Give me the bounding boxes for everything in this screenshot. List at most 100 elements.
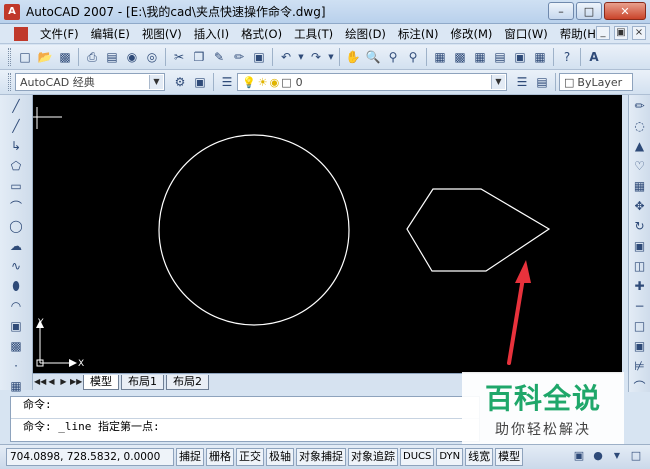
fillet-icon[interactable]: ⌒ [632,378,648,394]
workspace-select[interactable]: AutoCAD 经典 ▼ [15,73,165,91]
clean-screen-icon[interactable]: □ [628,447,644,463]
pan-icon[interactable]: ✋ [344,48,362,66]
maximize-button[interactable]: □ [576,2,602,20]
drawing-area[interactable]: Y X [33,95,622,373]
menu-tools[interactable]: 工具(T) [288,26,339,42]
doc-restore-button[interactable]: ▣ [614,26,628,40]
rotate-icon[interactable]: ↻ [632,218,648,234]
open-file-icon[interactable]: 📂 [36,48,54,66]
polygon-icon[interactable]: ⬠ [8,158,24,174]
workspace-settings-icon[interactable]: ⚙ [171,73,189,91]
hatch-icon[interactable]: ▦ [8,378,24,394]
undo-icon[interactable]: ↶ [277,48,295,66]
drawing-canvas[interactable]: Y X [33,95,622,373]
break-icon[interactable]: □ [632,318,648,334]
cut-icon[interactable]: ✂ [170,48,188,66]
help-icon[interactable]: ? [558,48,576,66]
match-properties-icon[interactable]: ✏ [230,48,248,66]
color-select[interactable]: □ ByLayer [559,73,633,91]
previous-tab-icon[interactable]: ◀ [46,376,57,388]
menu-file[interactable]: 文件(F) [34,26,85,42]
rectangle-icon[interactable]: ▭ [8,178,24,194]
sheet-set-icon[interactable]: ▤ [491,48,509,66]
osnap-toggle[interactable]: 对象捕捉 [296,448,346,466]
zoom-previous-icon[interactable]: ⚲ [404,48,422,66]
tab-model[interactable]: 模型 [83,374,119,390]
model-toggle[interactable]: 模型 [495,448,524,466]
dyn-toggle[interactable]: DYN [436,448,464,466]
plot-preview-icon[interactable]: ▤ [103,48,121,66]
close-button[interactable]: ✕ [604,2,646,20]
chevron-down-icon[interactable]: ▼ [149,75,163,89]
tab-layout2[interactable]: 布局2 [166,374,209,390]
document-icon[interactable] [14,26,28,41]
redo-dropdown-icon[interactable]: ▼ [327,48,335,66]
markup-icon[interactable]: ▣ [511,48,529,66]
zoom-window-icon[interactable]: ⚲ [384,48,402,66]
etransmit-icon[interactable]: ◎ [143,48,161,66]
insert-block-icon[interactable]: ▣ [8,318,24,334]
properties-icon[interactable]: ▦ [431,48,449,66]
point-icon[interactable]: ⋅ [8,358,24,374]
copy-object-icon[interactable]: ◌ [632,118,648,134]
erase-icon[interactable]: ✏ [632,98,648,114]
chamfer-icon[interactable]: ⊭ [632,358,648,374]
block-editor-icon[interactable]: ▣ [250,48,268,66]
make-block-icon[interactable]: ▩ [8,338,24,354]
command-window[interactable]: 命令: 命令: _line 指定第一点: [10,396,480,442]
join-icon[interactable]: ▣ [632,338,648,354]
menu-view[interactable]: 视图(V) [136,26,188,42]
move-icon[interactable]: ✥ [632,198,648,214]
ellipse-arc-icon[interactable]: ◠ [8,298,24,314]
otrack-toggle[interactable]: 对象追踪 [348,448,398,466]
menu-insert[interactable]: 插入(I) [188,26,235,42]
new-file-icon[interactable]: □ [16,48,34,66]
circle-icon[interactable]: ◯ [8,218,24,234]
text-style-icon[interactable]: A [585,48,603,66]
first-tab-icon[interactable]: ◀◀ [34,376,46,388]
lineweight-toggle[interactable]: 线宽 [465,448,494,466]
ellipse-icon[interactable]: ⬮ [8,278,24,294]
line-icon[interactable]: ╱ [8,98,24,114]
toolbar-grip[interactable] [8,73,11,91]
next-tab-icon[interactable]: ▶ [58,376,69,388]
tool-palettes-icon[interactable]: ▦ [471,48,489,66]
calculator-icon[interactable]: ▦ [531,48,549,66]
publish-icon[interactable]: ◉ [123,48,141,66]
coordinate-readout[interactable]: 704.0898, 728.5832, 0.0000 [6,448,174,466]
polar-toggle[interactable]: 极轴 [266,448,294,466]
redo-icon[interactable]: ↷ [307,48,325,66]
menu-draw[interactable]: 绘图(D) [339,26,392,42]
minimize-button[interactable]: – [548,2,574,20]
layer-select[interactable]: 💡 ☀ ◉ □ 0 ▼ [237,73,507,91]
snap-toggle[interactable]: 捕捉 [176,448,204,466]
revision-cloud-icon[interactable]: ☁ [8,238,24,254]
command-prompt-line[interactable]: 命令: _line 指定第一点: [11,418,479,433]
grid-toggle[interactable]: 栅格 [206,448,234,466]
layer-manager-icon[interactable]: ☰ [218,73,236,91]
toolbar-grip[interactable] [8,48,11,66]
tab-layout1[interactable]: 布局1 [121,374,164,390]
print-icon[interactable]: ⎙ [83,48,101,66]
doc-minimize-button[interactable]: _ [596,26,610,40]
spline-icon[interactable]: ∿ [8,258,24,274]
save-icon[interactable]: ▩ [56,48,74,66]
autocad-app-icon[interactable]: A [4,3,20,20]
menu-modify[interactable]: 修改(M) [445,26,499,42]
lock-toolbar-icon[interactable]: ● [590,447,606,463]
communication-center-icon[interactable]: ▣ [571,447,587,463]
stretch-icon[interactable]: ◫ [632,258,648,274]
arc-icon[interactable]: ⌒ [8,198,24,214]
make-current-layer-icon[interactable]: ☰ [513,73,531,91]
menu-edit[interactable]: 编辑(E) [85,26,136,42]
undo-dropdown-icon[interactable]: ▼ [297,48,305,66]
doc-close-button[interactable]: × [632,26,646,40]
status-menu-icon[interactable]: ▼ [609,447,625,463]
paste-icon[interactable]: ✎ [210,48,228,66]
array-icon[interactable]: ▦ [632,178,648,194]
polyline-icon[interactable]: ↳ [8,138,24,154]
extend-icon[interactable]: − [632,298,648,314]
menu-dimension[interactable]: 标注(N) [392,26,445,42]
ducs-toggle[interactable]: DUCS [400,448,435,466]
zoom-realtime-icon[interactable]: 🔍 [364,48,382,66]
